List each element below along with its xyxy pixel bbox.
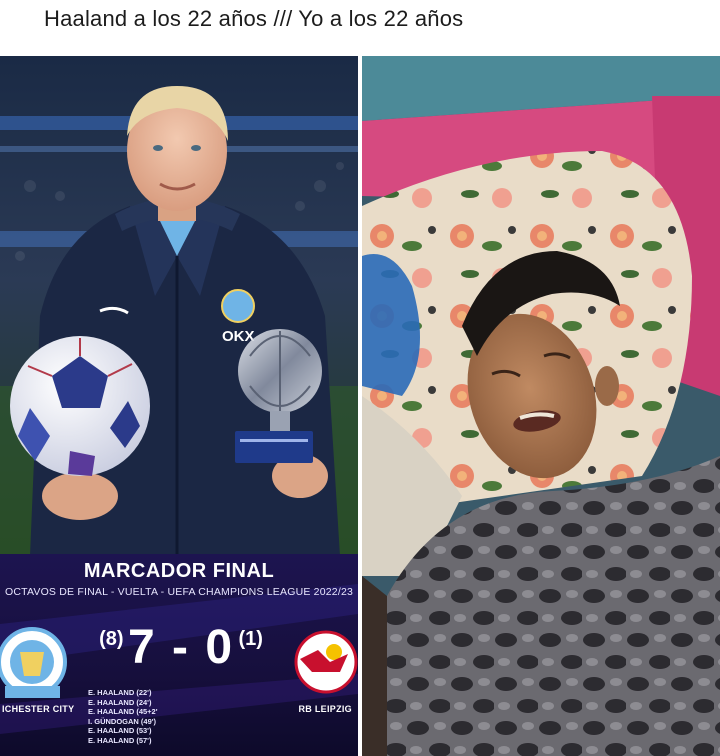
scorer-line: E. HAALAND (57') — [88, 735, 152, 745]
caption-text: Haaland a los 22 años /// Yo a los 22 añ… — [44, 6, 464, 31]
scoreboard-title: MARCADOR FINAL — [83, 560, 275, 582]
match-score: 7 - 0 — [127, 621, 235, 674]
scorer-line: E. HAALAND (24') — [88, 697, 152, 707]
home-team-name: ICHESTER CITY — [2, 704, 75, 714]
sleeping-man-photo — [362, 56, 720, 756]
home-aggregate: (8) — [99, 628, 124, 650]
rb-leipzig-crest — [294, 630, 358, 694]
scorer-line: E. HAALAND (22') — [88, 688, 152, 697]
match-ball — [10, 336, 150, 476]
scoreboard: MARCADOR FINAL OCTAVOS DE FINAL - VUELTA… — [0, 554, 358, 756]
man-city-crest — [0, 627, 67, 698]
goal-scorers: E. HAALAND (22') E. HAALAND (24') E. HAA… — [88, 688, 178, 745]
scorer-line: E. HAALAND (45+2' — [88, 707, 158, 716]
scorer-line: E. HAALAND (53') — [88, 726, 152, 735]
scorer-line: I. GÜNDOGAN (49') — [88, 716, 157, 726]
scoreboard-subtitle: OCTAVOS DE FINAL - VUELTA - UEFA CHAMPIO… — [4, 586, 354, 598]
caption-bar: Haaland a los 22 años /// Yo a los 22 añ… — [0, 0, 720, 54]
final-score: (8) 7 - 0 (1) — [86, 620, 276, 675]
away-team-name: RB LEIPZIG — [298, 704, 352, 714]
haaland-photo: OKX MARCADOR FINAL OCTAVOS DE FINAL - VU… — [0, 56, 358, 756]
haaland-photo-art: OKX — [0, 56, 358, 556]
away-aggregate: (1) — [238, 628, 263, 650]
sleeping-man-art — [362, 56, 720, 756]
player-of-match-trophy — [235, 329, 322, 463]
